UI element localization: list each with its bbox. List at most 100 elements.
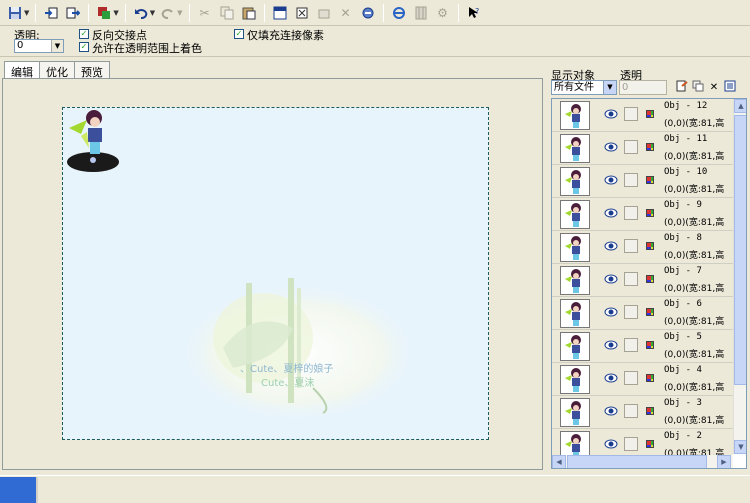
undo-icon[interactable]: [132, 4, 150, 22]
object-name: Obj - 4: [664, 365, 702, 375]
visibility-eye-icon[interactable]: [604, 274, 618, 284]
object-row[interactable]: Obj - 7 (0,0)(宽:81,高: [552, 264, 733, 297]
lock-toggle[interactable]: [624, 173, 638, 187]
sprite-body: [88, 128, 102, 142]
panel-alpha-spinner[interactable]: 0: [619, 80, 667, 95]
frame-icon[interactable]: [271, 4, 289, 22]
scroll-right-icon[interactable]: ▶: [717, 455, 731, 468]
new-object-icon[interactable]: [674, 80, 690, 95]
color-swatch-icon: [646, 341, 654, 349]
object-row[interactable]: Obj - 10 (0,0)(宽:81,高: [552, 165, 733, 198]
lock-toggle[interactable]: [624, 140, 638, 154]
layer-icon[interactable]: [315, 4, 333, 22]
object-row[interactable]: Obj - 9 (0,0)(宽:81,高: [552, 198, 733, 231]
scroll-down-icon[interactable]: ▼: [734, 440, 746, 454]
object-name: Obj - 8: [664, 233, 702, 243]
lock-toggle[interactable]: [624, 338, 638, 352]
visibility-eye-icon[interactable]: [604, 175, 618, 185]
alpha-spinner[interactable]: 0 ▲▼ ▼: [14, 39, 64, 53]
help-pointer-icon[interactable]: ?: [465, 4, 483, 22]
lock-toggle[interactable]: [624, 305, 638, 319]
redo-dropdown-icon[interactable]: ▼: [177, 9, 182, 17]
cut-icon[interactable]: ✂: [196, 4, 214, 22]
toolbar-separator: [124, 3, 126, 22]
alpha-value: 0: [17, 40, 24, 51]
tab-preview[interactable]: 预览: [74, 61, 110, 79]
visibility-eye-icon[interactable]: [604, 109, 618, 119]
lock-toggle[interactable]: [624, 239, 638, 253]
save-dropdown-icon[interactable]: ▼: [24, 9, 29, 17]
lock-toggle[interactable]: [624, 371, 638, 385]
object-info: (0,0)(宽:81,高: [664, 350, 725, 360]
color-swatch-icon: [646, 110, 654, 118]
object-filter-select[interactable]: 所有文件 ▼: [551, 80, 617, 95]
vertical-scrollbar[interactable]: ▲ ▼: [733, 99, 746, 454]
ie-icon[interactable]: [390, 4, 408, 22]
object-row[interactable]: Obj - 3 (0,0)(宽:81,高: [552, 396, 733, 429]
visibility-eye-icon[interactable]: [604, 208, 618, 218]
rotate-icon[interactable]: [359, 4, 377, 22]
object-info: (0,0)(宽:81,高: [664, 152, 725, 162]
object-name: Obj - 11: [664, 134, 708, 144]
object-name: Obj - 6: [664, 299, 702, 309]
crop-icon[interactable]: [293, 4, 311, 22]
scroll-left-icon[interactable]: ◀: [552, 455, 566, 468]
delete-object-icon[interactable]: ✕: [706, 80, 722, 95]
lock-toggle[interactable]: [624, 107, 638, 121]
object-list[interactable]: Obj - 12 (0,0)(宽:81,高 Obj - 11 (0,0)(宽:81,高…: [551, 98, 747, 469]
lock-toggle[interactable]: [624, 206, 638, 220]
paste-icon[interactable]: [240, 4, 258, 22]
visibility-eye-icon[interactable]: [604, 373, 618, 383]
duplicate-object-icon[interactable]: [690, 80, 706, 95]
lock-toggle[interactable]: [624, 272, 638, 286]
color-dropdown-icon[interactable]: ▼: [113, 9, 118, 17]
tab-edit[interactable]: 编辑: [4, 61, 40, 79]
undo-dropdown-icon[interactable]: ▼: [150, 9, 155, 17]
film-icon[interactable]: [412, 4, 430, 22]
visibility-eye-icon[interactable]: [604, 406, 618, 416]
image-canvas[interactable]: 、Cute、夏梓的娘子 Cute、夏沫: [62, 107, 489, 440]
toolbar-separator: [382, 3, 384, 22]
main-toolbar: ▼ ▼ ▼ ▼ ✂ ✕ ⚙ ?: [0, 0, 750, 26]
lock-toggle[interactable]: [624, 404, 638, 418]
chevron-down-icon[interactable]: ▼: [603, 81, 616, 94]
color-swatch-icon: [646, 176, 654, 184]
allow-label: 允许在透明范围上着色: [92, 42, 202, 55]
object-row[interactable]: Obj - 11 (0,0)(宽:81,高: [552, 132, 733, 165]
lock-toggle[interactable]: [624, 437, 638, 451]
object-row[interactable]: Obj - 8 (0,0)(宽:81,高: [552, 231, 733, 264]
hscroll-thumb[interactable]: [567, 455, 707, 468]
object-row[interactable]: Obj - 12 (0,0)(宽:81,高: [552, 99, 733, 132]
save-icon[interactable]: [6, 4, 24, 22]
object-row[interactable]: Obj - 6 (0,0)(宽:81,高: [552, 297, 733, 330]
fill-checkbox[interactable]: ✓: [234, 29, 244, 39]
scroll-up-icon[interactable]: ▲: [734, 99, 746, 113]
gear-icon[interactable]: ⚙: [434, 4, 452, 22]
delete-icon[interactable]: ✕: [337, 4, 355, 22]
objects-panel: 显示对象 透明 所有文件 ▼ 0 ✕ Obj - 12 (0,0)(宽:81,高 O…: [549, 64, 750, 470]
object-thumbnail: [560, 299, 590, 328]
object-row[interactable]: Obj - 5 (0,0)(宽:81,高: [552, 330, 733, 363]
horizontal-scrollbar[interactable]: ◀ ▶: [552, 455, 733, 468]
properties-icon[interactable]: [722, 80, 738, 95]
copy-icon[interactable]: [218, 4, 236, 22]
color-picker-icon[interactable]: [95, 4, 113, 22]
import-icon[interactable]: [42, 4, 60, 22]
visibility-eye-icon[interactable]: [604, 241, 618, 251]
color-swatch-icon: [646, 308, 654, 316]
object-row[interactable]: Obj - 4 (0,0)(宽:81,高: [552, 363, 733, 396]
status-divider: [36, 477, 38, 503]
visibility-eye-icon[interactable]: [604, 307, 618, 317]
export-icon[interactable]: [64, 4, 82, 22]
visibility-eye-icon[interactable]: [604, 142, 618, 152]
visibility-eye-icon[interactable]: [604, 439, 618, 449]
tab-optimize[interactable]: 优化: [39, 61, 75, 79]
visibility-eye-icon[interactable]: [604, 340, 618, 350]
sprite-effect: [81, 132, 89, 148]
scrollbar-thumb[interactable]: [734, 115, 746, 385]
object-thumbnail: [560, 101, 590, 130]
spin-dropdown-icon[interactable]: ▼: [51, 40, 63, 52]
reverse-checkbox[interactable]: ✓: [79, 29, 89, 39]
allow-checkbox[interactable]: ✓: [79, 42, 89, 52]
redo-icon[interactable]: [159, 4, 177, 22]
